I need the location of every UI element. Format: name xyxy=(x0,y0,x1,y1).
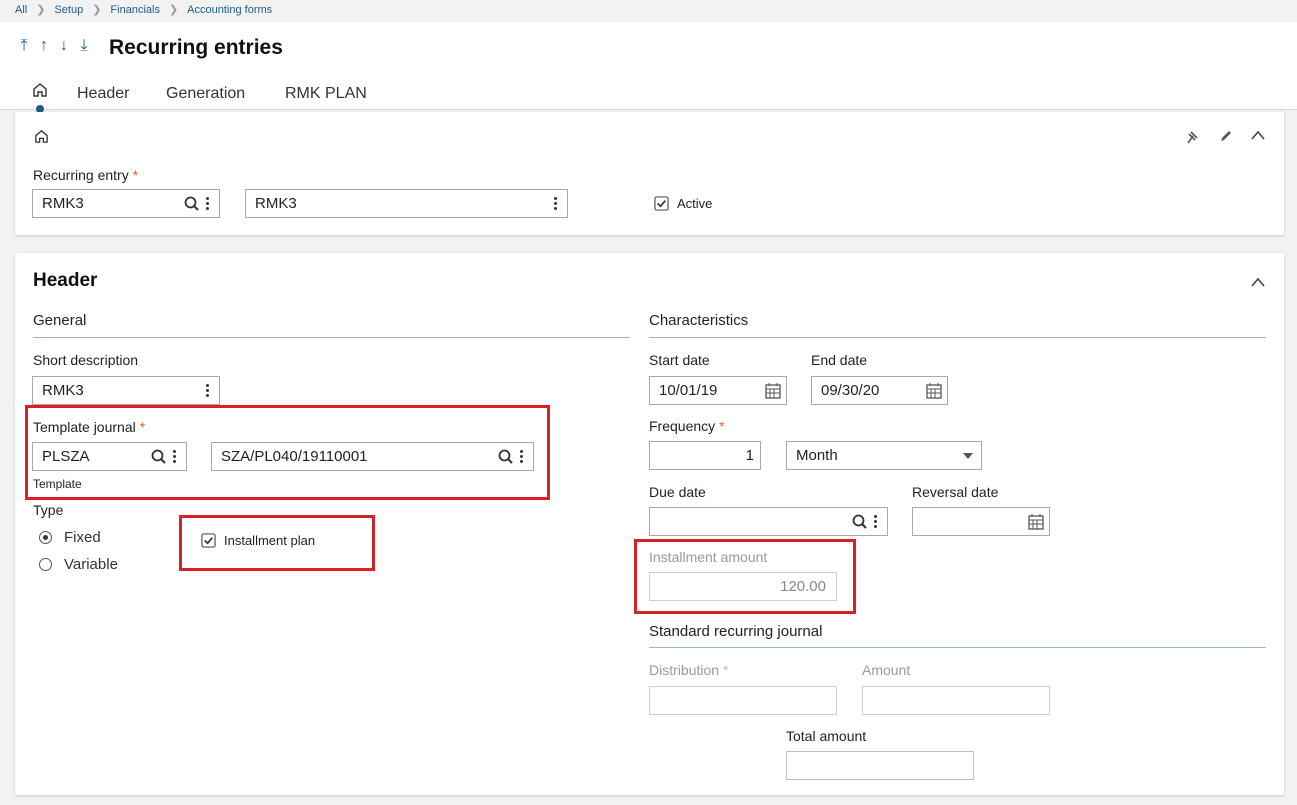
required-mark: * xyxy=(132,167,139,183)
calendar-icon[interactable] xyxy=(764,382,782,400)
header-section-title: Header xyxy=(33,270,98,291)
search-icon[interactable] xyxy=(183,195,201,213)
previous-record-icon[interactable]: ↑ xyxy=(37,37,51,55)
search-icon[interactable] xyxy=(851,513,869,531)
more-options-icon[interactable] xyxy=(549,197,561,210)
general-divider xyxy=(33,337,630,338)
checkbox-checked-icon xyxy=(654,196,669,211)
active-checkbox[interactable]: Active xyxy=(654,196,712,211)
type-label: Type xyxy=(33,502,64,518)
chevron-up-icon[interactable] xyxy=(1250,129,1266,141)
breadcrumb: All ❯ Setup ❯ Financials ❯ Accounting fo… xyxy=(15,3,272,17)
more-options-icon[interactable] xyxy=(201,384,213,397)
type-radio-variable[interactable]: Variable xyxy=(39,556,118,573)
frequency-unit-select[interactable]: Month xyxy=(786,441,982,470)
breadcrumb-setup[interactable]: Setup xyxy=(54,4,83,16)
radio-unselected-icon xyxy=(39,558,52,571)
home-icon xyxy=(35,130,48,143)
recurring-entry-code-field[interactable]: RMK3 xyxy=(32,189,220,218)
active-label: Active xyxy=(677,196,713,211)
chevron-up-icon[interactable] xyxy=(1250,276,1266,288)
record-navigation: ⤒ ↑ ↓ ⤓ xyxy=(17,37,91,55)
last-record-icon[interactable]: ⤓ xyxy=(77,37,91,55)
type-radio-fixed[interactable]: Fixed xyxy=(39,529,101,546)
due-date-label: Due date xyxy=(649,484,706,500)
calendar-icon[interactable] xyxy=(1027,513,1045,531)
characteristics-section-title: Characteristics xyxy=(649,312,749,329)
amount-field xyxy=(862,686,1050,715)
frequency-label: Frequency xyxy=(649,418,716,434)
reversal-date-label: Reversal date xyxy=(912,484,999,500)
required-mark: * xyxy=(719,418,725,434)
general-section-title: General xyxy=(33,312,87,329)
total-amount-label: Total amount xyxy=(786,728,867,744)
distribution-label: Distribution xyxy=(649,662,720,678)
recurring-entry-description-field[interactable]: RMK3 xyxy=(245,189,568,218)
tab-generation[interactable]: Generation xyxy=(166,85,245,103)
highlight-installment-plan xyxy=(179,515,375,571)
due-date-field[interactable] xyxy=(649,507,888,536)
more-options-icon[interactable] xyxy=(201,197,213,210)
next-record-icon[interactable]: ↓ xyxy=(57,37,71,55)
reversal-date-field[interactable] xyxy=(912,507,1050,536)
chevron-right-icon: ❯ xyxy=(168,4,179,16)
radio-selected-icon xyxy=(39,531,52,544)
first-record-icon[interactable]: ⤒ xyxy=(17,37,31,55)
characteristics-divider xyxy=(649,337,1266,338)
highlight-installment-amount xyxy=(634,539,856,614)
tab-header[interactable]: Header xyxy=(77,85,129,103)
start-date-field[interactable]: 10/01/19 xyxy=(649,376,787,405)
page-title: Recurring entries xyxy=(109,36,283,59)
home-icon[interactable] xyxy=(32,82,48,98)
start-date-label: Start date xyxy=(649,352,710,368)
header-card: Header General Short description RMK3 Te… xyxy=(15,253,1284,795)
required-mark: * xyxy=(723,662,729,678)
breadcrumb-accounting-forms[interactable]: Accounting forms xyxy=(187,4,272,16)
chevron-right-icon: ❯ xyxy=(92,4,102,16)
standard-journal-divider xyxy=(649,647,1266,648)
standard-journal-section-title: Standard recurring journal xyxy=(649,623,823,640)
tab-rmk-plan[interactable]: RMK PLAN xyxy=(285,85,367,103)
distribution-field xyxy=(649,686,837,715)
breadcrumb-all[interactable]: All xyxy=(15,4,27,16)
short-description-field[interactable]: RMK3 xyxy=(32,376,220,405)
more-options-icon[interactable] xyxy=(869,515,881,528)
short-description-label: Short description xyxy=(33,352,139,368)
breadcrumb-financials[interactable]: Financials xyxy=(110,4,160,16)
chevron-right-icon: ❯ xyxy=(36,4,46,16)
end-date-field[interactable]: 09/30/20 xyxy=(811,376,948,405)
amount-label: Amount xyxy=(862,662,911,678)
pin-icon[interactable] xyxy=(1186,129,1202,145)
frequency-value-field[interactable]: 1 xyxy=(649,441,761,470)
recurring-entry-label: Recurring entry xyxy=(33,167,129,183)
dropdown-caret-icon xyxy=(963,452,973,459)
highlight-template-journal xyxy=(25,405,550,500)
total-amount-field xyxy=(786,751,974,780)
calendar-icon[interactable] xyxy=(925,382,943,400)
end-date-label: End date xyxy=(811,352,868,368)
entry-card: Recurring entry * RMK3 RMK3 Active xyxy=(15,112,1284,235)
edit-icon[interactable] xyxy=(1218,128,1234,144)
